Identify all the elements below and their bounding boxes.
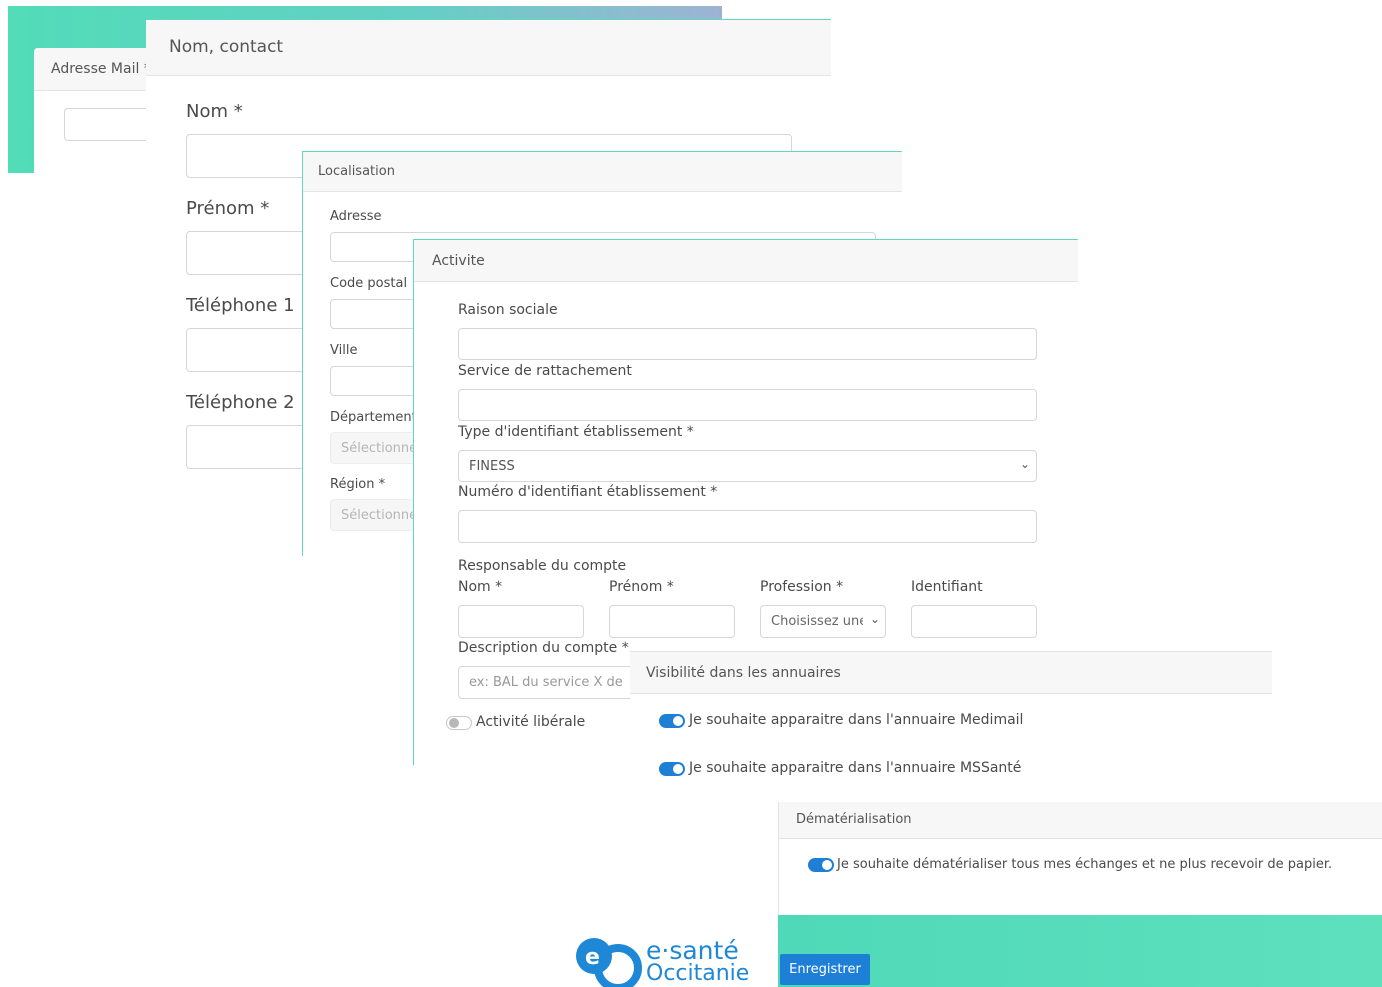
dematerialisation-label: Je souhaite dématérialiser tous mes écha… xyxy=(837,857,1333,872)
departement-placeholder: Sélectionne xyxy=(341,441,418,456)
visibilite-panel: Visibilité dans les annuaires Je souhait… xyxy=(630,651,1272,791)
resp-identifiant-input[interactable] xyxy=(911,605,1037,638)
code-postal-label: Code postal xyxy=(330,276,408,291)
dematerialisation-panel: Dématérialisation Je souhaite dématérial… xyxy=(778,802,1382,915)
medimail-label: Je souhaite apparaitre dans l'annuaire M… xyxy=(689,712,1024,728)
raison-sociale-input[interactable] xyxy=(458,328,1037,360)
contact-tel1-label: Téléphone 1 xyxy=(186,295,295,316)
activite-panel-header: Activite xyxy=(414,240,1078,282)
medimail-toggle[interactable] xyxy=(659,714,685,728)
resp-nom-label: Nom * xyxy=(458,579,503,595)
contact-panel-header: Nom, contact xyxy=(146,20,831,76)
service-label: Service de rattachement xyxy=(458,363,632,379)
contact-panel-title: Nom, contact xyxy=(169,37,284,57)
adresse-label: Adresse xyxy=(330,209,382,224)
resp-profession-select[interactable]: Choisissez une ⌄ xyxy=(760,605,886,638)
mssante-toggle[interactable] xyxy=(659,762,685,776)
chevron-down-icon: ⌄ xyxy=(869,612,880,626)
chevron-down-icon: ⌄ xyxy=(1019,457,1030,471)
logo-line2: Occitanie xyxy=(646,961,750,986)
dematerialisation-toggle[interactable] xyxy=(808,858,834,872)
mail-panel-header: Adresse Mail * xyxy=(34,48,164,91)
dematerialisation-panel-header: Dématérialisation xyxy=(779,802,1382,839)
type-id-label: Type d'identifiant établissement * xyxy=(458,424,694,440)
service-input[interactable] xyxy=(458,389,1037,421)
profession-value: Choisissez une xyxy=(771,614,863,629)
contact-tel2-label: Téléphone 2 xyxy=(186,392,295,413)
localisation-panel-header: Localisation xyxy=(303,152,902,192)
region-label: Région * xyxy=(330,477,386,492)
liberale-label: Activité libérale xyxy=(476,714,586,730)
raison-sociale-label: Raison sociale xyxy=(458,302,558,318)
activite-panel-title: Activite xyxy=(432,253,485,269)
esante-logo: e e·santé Occitanie xyxy=(574,936,764,987)
responsable-label: Responsable du compte xyxy=(458,558,627,574)
save-button[interactable]: Enregistrer xyxy=(780,954,870,985)
numero-id-label: Numéro d'identifiant établissement * xyxy=(458,484,718,500)
resp-prenom-label: Prénom * xyxy=(609,579,674,595)
mail-panel: Adresse Mail * xyxy=(34,48,184,173)
type-id-select[interactable]: FINESS ⌄ xyxy=(458,450,1037,482)
dematerialisation-panel-title: Dématérialisation xyxy=(796,812,912,827)
resp-profession-label: Profession * xyxy=(760,579,844,595)
ville-label: Ville xyxy=(330,343,358,358)
resp-nom-input[interactable] xyxy=(458,605,584,638)
type-id-value: FINESS xyxy=(469,459,515,474)
region-placeholder: Sélectionne xyxy=(341,508,418,523)
mail-label: Adresse Mail * xyxy=(51,61,151,77)
resp-identifiant-label: Identifiant xyxy=(911,579,983,595)
resp-prenom-input[interactable] xyxy=(609,605,735,638)
svg-text:e: e xyxy=(585,945,600,970)
contact-nom-label: Nom * xyxy=(186,101,243,122)
localisation-panel-title: Localisation xyxy=(318,164,395,179)
visibilite-panel-title: Visibilité dans les annuaires xyxy=(646,665,841,681)
esante-logo-icon: e xyxy=(576,938,642,987)
departement-label: Département xyxy=(330,410,417,425)
contact-prenom-label: Prénom * xyxy=(186,198,270,219)
mssante-label: Je souhaite apparaitre dans l'annuaire M… xyxy=(689,760,1022,776)
numero-id-input[interactable] xyxy=(458,510,1037,543)
liberale-toggle[interactable] xyxy=(446,716,472,730)
description-label: Description du compte * xyxy=(458,640,629,656)
description-placeholder: ex: BAL du service X de xyxy=(469,675,623,690)
visibilite-panel-header: Visibilité dans les annuaires xyxy=(630,651,1272,694)
